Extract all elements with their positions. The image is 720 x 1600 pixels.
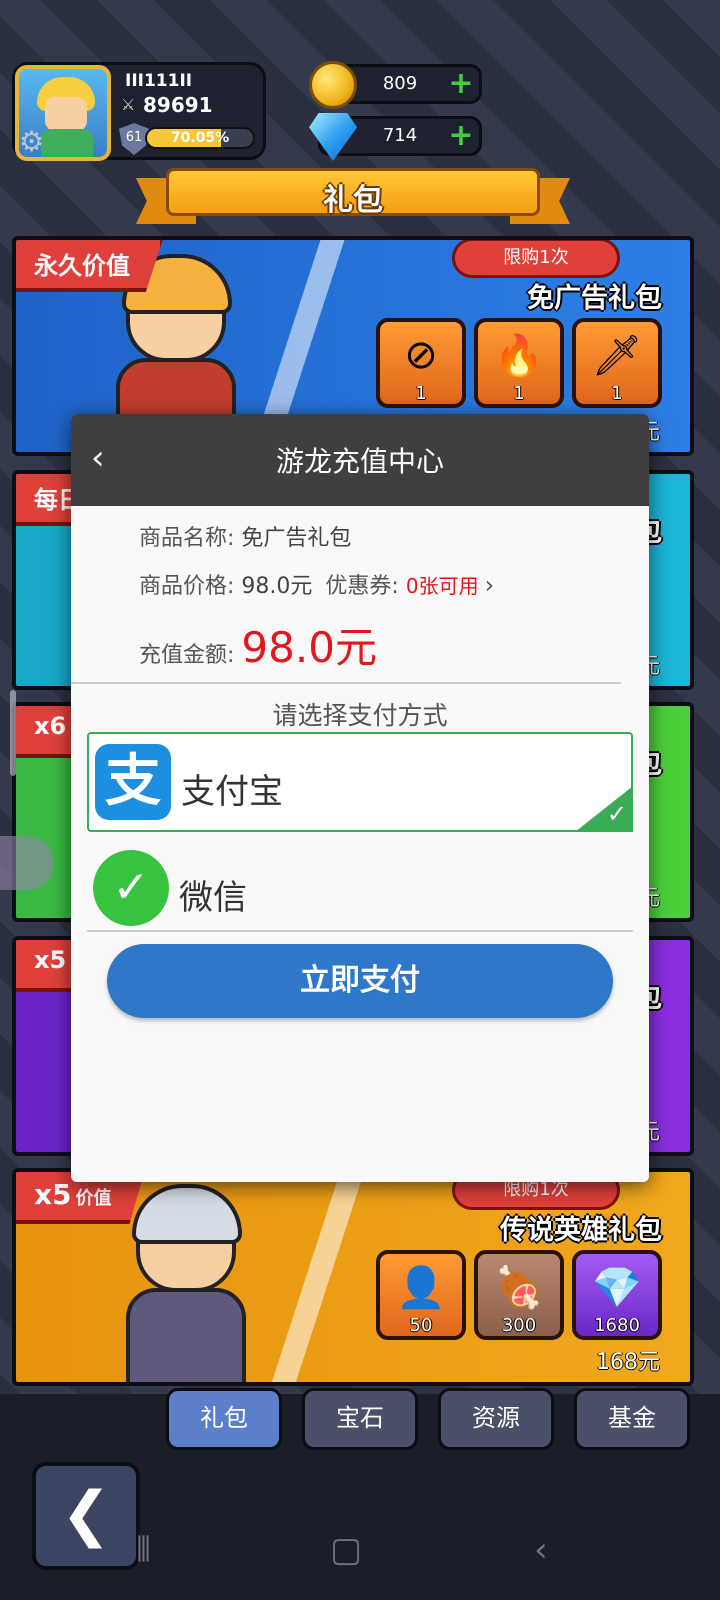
- coin-counter: 809 +: [309, 61, 482, 109]
- alipay-icon: 支: [95, 744, 171, 820]
- payment-dialog: ‹ 游龙充值中心 商品名称: 免广告礼包 商品价格: 98.0元 优惠券: 0张…: [71, 414, 649, 1182]
- add-gems-button[interactable]: +: [447, 121, 475, 151]
- wechat-icon: ✓: [93, 850, 169, 926]
- coin-value: 809: [382, 73, 418, 94]
- page-title: 礼包: [323, 183, 383, 218]
- pack-card-legend-hero[interactable]: x5 价值 限购1次 传说英雄礼包 👤 50 🍖 300 💎 1680 168元: [12, 1168, 694, 1386]
- pack-tag: 永久价值: [16, 240, 164, 292]
- alipay-option[interactable]: 支 支付宝 ✓: [87, 732, 633, 832]
- choose-payment-label: 请选择支付方式: [272, 701, 448, 730]
- system-back-icon[interactable]: ‹: [534, 1530, 548, 1570]
- home-icon[interactable]: ▢: [330, 1530, 362, 1570]
- checkmark-icon: ✓: [606, 800, 627, 828]
- hero-portrait-icon: 👤: [396, 1265, 446, 1311]
- dialog-header: ‹ 游龙充值中心: [71, 414, 649, 506]
- xp-bar: 70.05%: [145, 127, 255, 149]
- tab-gems[interactable]: 宝石: [302, 1388, 418, 1450]
- divider: [87, 930, 633, 932]
- xp-text: 70.05%: [170, 130, 230, 146]
- back-button[interactable]: ❮: [32, 1462, 140, 1570]
- sword-icon: 🗡: [591, 333, 643, 379]
- swords-icon: ⚔: [121, 95, 136, 114]
- gem-icon: 💎: [592, 1265, 642, 1311]
- amount-value: 98.0元: [241, 623, 377, 672]
- meat-icon: 🍖: [494, 1265, 544, 1311]
- tab-resources[interactable]: 资源: [438, 1388, 554, 1450]
- floating-assist-button[interactable]: [0, 836, 54, 890]
- pack-price: 168元: [596, 1350, 660, 1375]
- pack-name: 传说英雄礼包: [500, 1215, 662, 1246]
- pay-now-button[interactable]: 立即支付: [107, 944, 613, 1018]
- coupon-value[interactable]: 0张可用: [406, 574, 479, 598]
- player-profile[interactable]: ⚙ III111II ⚔ 89691 61 70.05%: [12, 62, 266, 161]
- wechat-label: 微信: [179, 878, 247, 918]
- sword-refresh-item[interactable]: 🗡 1: [572, 318, 662, 408]
- gem-value: 714: [382, 125, 418, 146]
- coin-icon: [309, 61, 357, 109]
- pack-name: 免广告礼包: [527, 283, 662, 314]
- chevron-right-icon[interactable]: ›: [485, 571, 495, 599]
- tab-fund[interactable]: 基金: [574, 1388, 690, 1450]
- divider: [71, 682, 621, 684]
- power-value: 89691: [143, 93, 213, 117]
- meat-item[interactable]: 🍖 300: [474, 1250, 564, 1340]
- add-coins-button[interactable]: +: [447, 69, 475, 99]
- gem-counter: 714 +: [309, 113, 482, 161]
- wechat-option[interactable]: ✓ 微信: [87, 840, 633, 940]
- side-handle[interactable]: [10, 690, 16, 776]
- recent-apps-icon[interactable]: ⦀: [136, 1530, 151, 1570]
- no-ads-icon: ⊘: [404, 332, 438, 378]
- product-name-row: 商品名称: 免广告礼包: [139, 526, 352, 551]
- title-banner: 礼包: [136, 168, 570, 226]
- alipay-label: 支付宝: [181, 772, 283, 812]
- product-price-row: 商品价格: 98.0元 优惠券: 0张可用 ›: [139, 571, 495, 599]
- player-name: III111II: [125, 71, 193, 91]
- purchase-limit-badge: 限购1次: [452, 240, 620, 278]
- dialog-title: 游龙充值中心: [275, 445, 444, 478]
- amount-row: 充值金额: 98.0元: [139, 623, 377, 672]
- no-ads-item[interactable]: ⊘ 1: [376, 318, 466, 408]
- campfire-item[interactable]: 🔥 1: [474, 318, 564, 408]
- gem-item[interactable]: 💎 1680: [572, 1250, 662, 1340]
- gear-icon[interactable]: ⚙: [19, 127, 49, 157]
- tab-gift-pack[interactable]: 礼包: [166, 1388, 282, 1450]
- campfire-icon: 🔥: [494, 333, 544, 379]
- hero-item[interactable]: 👤 50: [376, 1250, 466, 1340]
